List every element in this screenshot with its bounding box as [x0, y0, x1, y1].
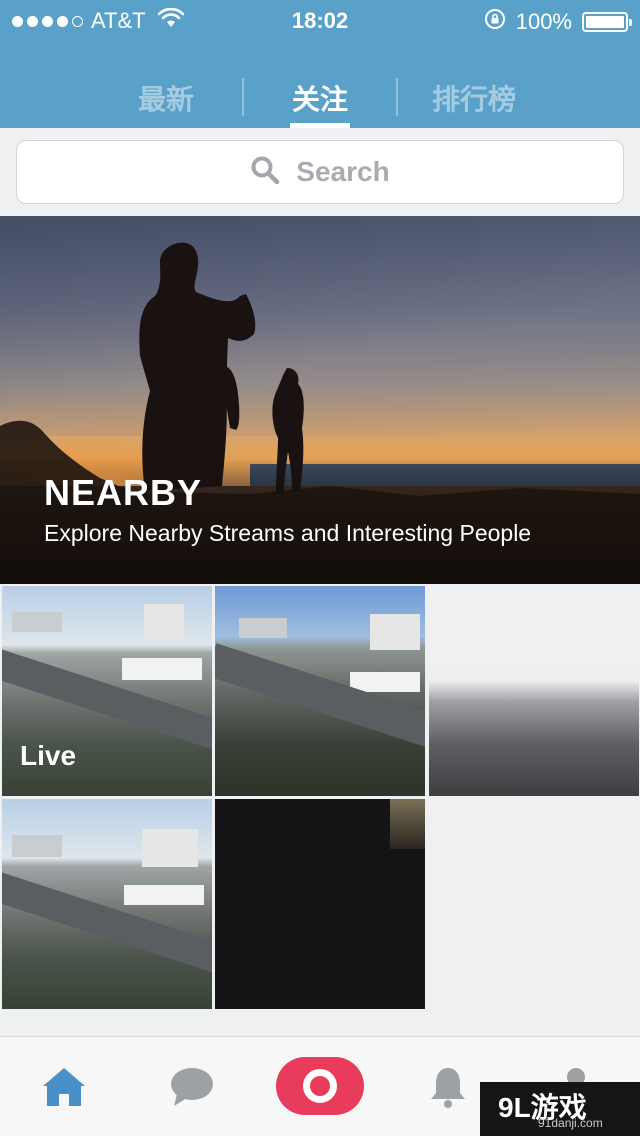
record-button[interactable]	[276, 1057, 364, 1115]
status-right: 100%	[484, 8, 632, 36]
top-tabs: 最新 关注 排行榜	[0, 66, 640, 128]
search-icon	[250, 155, 280, 190]
app-screen: AT&T 18:02 100% 最新 关注 排行榜 Search NEARBY …	[0, 0, 640, 1136]
tab-latest[interactable]: 最新	[106, 78, 226, 118]
stream-thumbnail[interactable]	[215, 799, 425, 1009]
battery-icon	[582, 12, 632, 32]
tab-divider	[396, 78, 398, 116]
bell-icon[interactable]	[424, 1063, 472, 1111]
active-tab-indicator	[290, 123, 350, 128]
live-label: Live	[20, 740, 77, 771]
watermark-url: 91danji.com	[538, 1116, 603, 1130]
stream-thumbnail[interactable]	[429, 586, 639, 796]
stream-thumbnail[interactable]	[215, 586, 425, 796]
stream-thumbnail[interactable]: Live	[2, 586, 212, 796]
record-icon	[303, 1069, 337, 1103]
tab-leaderboard[interactable]: 排行榜	[414, 78, 534, 118]
search-bar[interactable]: Search	[16, 140, 624, 204]
banner-subtitle: Explore Nearby Streams and Interesting P…	[44, 520, 532, 546]
nearby-banner[interactable]: NEARBY Explore Nearby Streams and Intere…	[0, 216, 640, 584]
banner-title: NEARBY	[44, 472, 203, 513]
status-bar: AT&T 18:02 100%	[0, 0, 640, 40]
battery-percent: 100%	[515, 9, 572, 34]
search-placeholder: Search	[296, 156, 390, 187]
header: AT&T 18:02 100% 最新 关注 排行榜	[0, 0, 640, 128]
tab-following[interactable]: 关注	[260, 78, 380, 118]
chat-icon[interactable]	[168, 1063, 216, 1111]
tab-divider	[242, 78, 244, 116]
site-watermark: 9L游戏 91danji.com	[480, 1082, 640, 1136]
home-icon[interactable]	[40, 1063, 88, 1111]
stream-grid: Live	[0, 584, 640, 1012]
rotation-lock-icon	[484, 8, 506, 36]
stream-thumbnail[interactable]	[2, 799, 212, 1009]
